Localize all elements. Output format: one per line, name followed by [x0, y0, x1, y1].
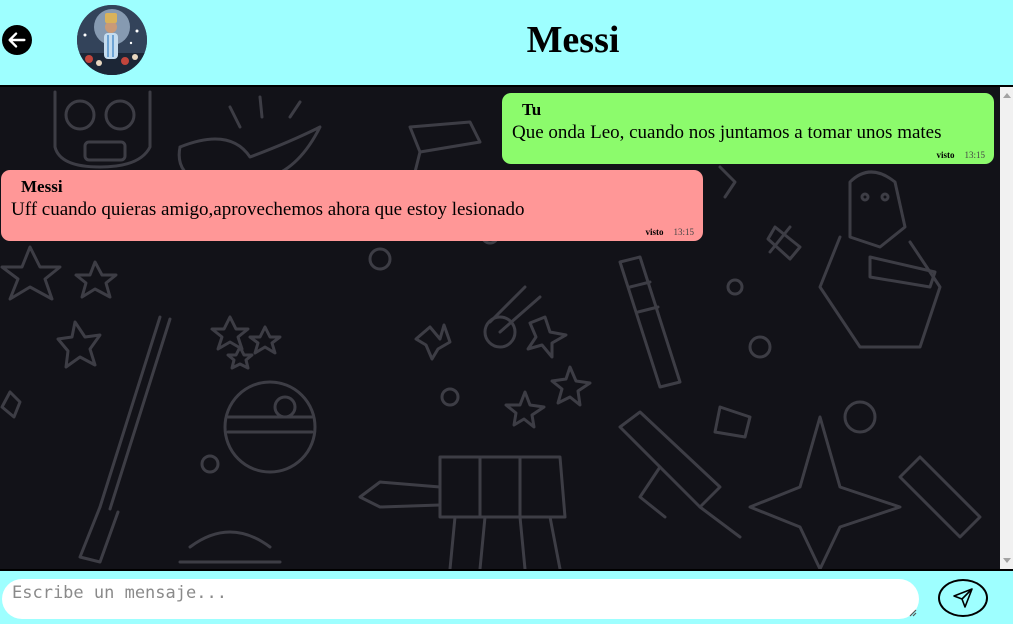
message-sender: Tu	[522, 100, 542, 119]
chat-area[interactable]: Tu Que onda Leo, cuando nos juntamos a t…	[0, 87, 1013, 569]
message-bubble-sent[interactable]: Tu Que onda Leo, cuando nos juntamos a t…	[502, 93, 994, 164]
message-time: 13:15	[673, 227, 694, 237]
chat-scrollbar[interactable]	[1000, 87, 1013, 569]
message-meta: visto 13:15	[936, 150, 985, 160]
resize-grip-icon[interactable]	[907, 607, 917, 617]
message-bubble-received[interactable]: Messi Uff cuando quieras amigo,aproveche…	[1, 170, 703, 241]
message-status: visto	[936, 150, 955, 160]
scroll-up-arrow-icon[interactable]	[1003, 93, 1011, 98]
message-time: 13:15	[964, 150, 985, 160]
message-text: Que onda Leo, cuando nos juntamos a toma…	[512, 122, 942, 143]
scroll-down-arrow-icon[interactable]	[1003, 558, 1011, 563]
message-text: Uff cuando quieras amigo,aprovechemos ah…	[11, 199, 525, 220]
message-status: visto	[645, 227, 664, 237]
message-composer	[0, 569, 1013, 624]
contact-name: Messi	[526, 19, 620, 61]
chat-header: Messi	[0, 0, 1013, 87]
message-sender: Messi	[21, 177, 63, 196]
send-button[interactable]	[938, 579, 988, 617]
send-icon	[953, 588, 973, 608]
message-input[interactable]	[2, 579, 919, 619]
message-meta: visto 13:15	[645, 227, 694, 237]
